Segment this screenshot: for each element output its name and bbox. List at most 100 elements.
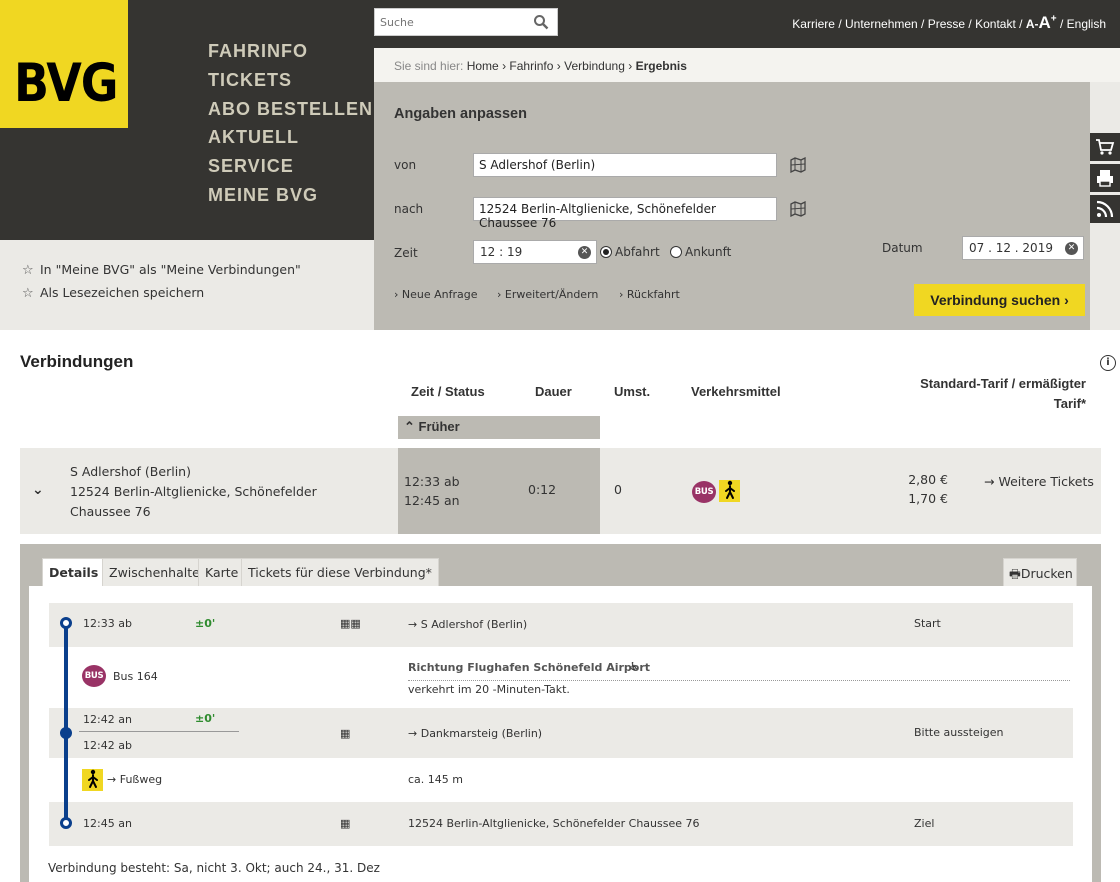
nav-service[interactable]: SERVICE [208,155,373,184]
clear-date-icon[interactable]: ✕ [1065,242,1078,255]
earlier-button[interactable]: ⌃ Früher [398,416,600,439]
font-size-decrease[interactable]: A- [1026,17,1039,31]
connection-duration: 0:12 [528,482,557,497]
bvg-logo[interactable]: BVG [0,0,128,128]
erweitert-link[interactable]: › Erweitert/Ändern [497,288,598,301]
link-unternehmen[interactable]: Unternehmen [845,17,918,31]
datum-label: Datum [882,241,923,255]
nav-abo-bestellen[interactable]: ABO BESTELLEN [208,98,373,127]
col-header-dauer: Dauer [535,384,572,399]
print-icon[interactable] [1090,164,1120,192]
rss-icon[interactable] [1090,195,1120,223]
print-button[interactable]: 🖶Drucken [1003,558,1077,586]
form-title: Angaben anpassen [394,106,527,122]
site-header: BVG FAHRINFO TICKETS ABO BESTELLEN AKTUE… [0,0,1120,330]
walk-icon [82,769,103,792]
side-toolbar [1090,133,1120,226]
walk-icon [719,480,740,503]
chevron-down-icon[interactable]: ⌄ [32,482,44,498]
info-icon[interactable]: i [1100,355,1116,371]
top-links: Karriere / Unternehmen / Presse / Kontak… [792,13,1106,32]
price-reduced: 1,70 € [908,491,948,506]
crumb-verbindung[interactable]: Verbindung [564,59,625,73]
radio-unchecked-icon [670,246,682,258]
map-icon[interactable] [790,201,806,217]
breadcrumb: Sie sind hier: Home › Fahrinfo › Verbind… [374,48,1120,82]
connection-dep: 12:33 ab [404,474,460,489]
connection-arr: 12:45 an [404,493,460,508]
tab-karte[interactable]: Karte [198,558,246,586]
radio-ankunft[interactable]: Ankunft [670,245,731,259]
map-icon[interactable]: ▦ [340,817,350,830]
itinerary-row-bus: BUS Bus 164 Richtung Flughafen Schönefel… [49,647,1073,708]
details-body: 12:33 ab ±0' ▦▦ → S Adlershof (Berlin) S… [29,586,1092,882]
logo-text: BVG [14,51,119,114]
results-title: Verbindungen [20,352,134,371]
col-header-zeit: Zeit / Status [411,384,485,399]
favorites-panel: ☆ In "Meine BVG" als "Meine Verbindungen"… [0,240,374,330]
connection-to: 12524 Berlin-Altglienicke, Schönefelder … [70,484,317,519]
print-icon: 🖶 [1009,566,1021,581]
nav-meine-bvg[interactable]: MEINE BVG [208,184,373,213]
tab-zwischenhalte[interactable]: Zwischenhalte [102,558,207,586]
chevron-right-icon: › [619,288,624,301]
cart-icon[interactable] [1090,133,1120,161]
time-input[interactable]: 12 : 19 ✕ [473,240,597,264]
more-tickets-link[interactable]: → Weitere Tickets [984,474,1094,489]
map-icon[interactable]: ▦▦ [340,617,361,630]
von-input[interactable]: S Adlershof (Berlin) [473,153,777,177]
tab-tickets[interactable]: Tickets für diese Verbindung* [241,558,439,586]
date-input[interactable]: 07 . 12 . 2019 ✕ [962,236,1084,260]
route-node [60,817,72,829]
nav-tickets[interactable]: TICKETS [208,69,373,98]
tab-details[interactable]: Details [42,558,106,588]
route-node [60,727,72,739]
star-icon: ☆ [22,263,34,278]
col-header-umst: Umst. [614,384,651,399]
connection-times: 12:33 ab 12:45 an [404,472,460,510]
zeit-label: Zeit [394,246,418,260]
clear-time-icon[interactable]: ✕ [578,246,591,259]
bookmark-link[interactable]: ☆ Als Lesezeichen speichern [22,285,204,301]
nav-fahrinfo[interactable]: FAHRINFO [208,40,373,69]
search-form: Angaben anpassen von S Adlershof (Berlin… [374,82,1090,330]
neue-anfrage-link[interactable]: › Neue Anfrage [394,288,478,301]
validity-text: Verbindung besteht: Sa, nicht 3. Okt; au… [48,861,380,875]
von-label: von [394,158,417,172]
itinerary-row-end: 12:45 an ▦ 12524 Berlin-Altglienicke, Sc… [49,802,1073,846]
map-icon[interactable]: ▦ [340,727,350,740]
rueckfahrt-link[interactable]: › Rückfahrt [619,288,680,301]
search-connection-button[interactable]: Verbindung suchen › [914,284,1085,316]
font-size-increase[interactable]: A+ [1039,13,1057,32]
crumb-current: Ergebnis [635,59,687,73]
link-english[interactable]: English [1067,17,1106,31]
search-icon[interactable] [533,13,549,31]
add-meine-bvg-link[interactable]: ☆ In "Meine BVG" als "Meine Verbindungen" [22,262,301,278]
bus-icon: BUS [82,665,106,687]
search-input[interactable] [375,9,525,35]
connection-changes: 0 [614,482,622,497]
connection-prices: 2,80 € 1,70 € [900,470,948,508]
nach-input[interactable]: 12524 Berlin-Altglienicke, Schönefelder … [473,197,777,230]
route-node [60,617,72,629]
nav-aktuell[interactable]: AKTUELL [208,126,373,155]
connection-from: S Adlershof (Berlin) [70,464,191,479]
connection-stops: S Adlershof (Berlin) 12524 Berlin-Altgli… [70,462,370,522]
chevron-up-icon: ⌃ [404,419,415,434]
link-karriere[interactable]: Karriere [792,17,835,31]
radio-abfahrt[interactable]: Abfahrt [600,245,660,259]
link-presse[interactable]: Presse [928,17,965,31]
chevron-right-icon: › [394,288,399,301]
crumb-home[interactable]: Home [467,59,499,73]
wheelchair-icon: ♿ [629,660,639,673]
connection-row[interactable]: ⌄ S Adlershof (Berlin) 12524 Berlin-Altg… [20,448,1101,534]
chevron-right-icon: › [497,288,502,301]
nach-label: nach [394,202,424,216]
arrow-right-icon: → [984,474,995,489]
main-nav: FAHRINFO TICKETS ABO BESTELLEN AKTUELL S… [208,40,373,213]
crumb-fahrinfo[interactable]: Fahrinfo [509,59,553,73]
map-icon[interactable] [790,157,806,173]
link-kontakt[interactable]: Kontakt [975,17,1016,31]
price-standard: 2,80 € [908,472,948,487]
itinerary-row-change: 12:42 an ±0' 12:42 ab ▦ → Dankmarsteig (… [49,708,1073,758]
